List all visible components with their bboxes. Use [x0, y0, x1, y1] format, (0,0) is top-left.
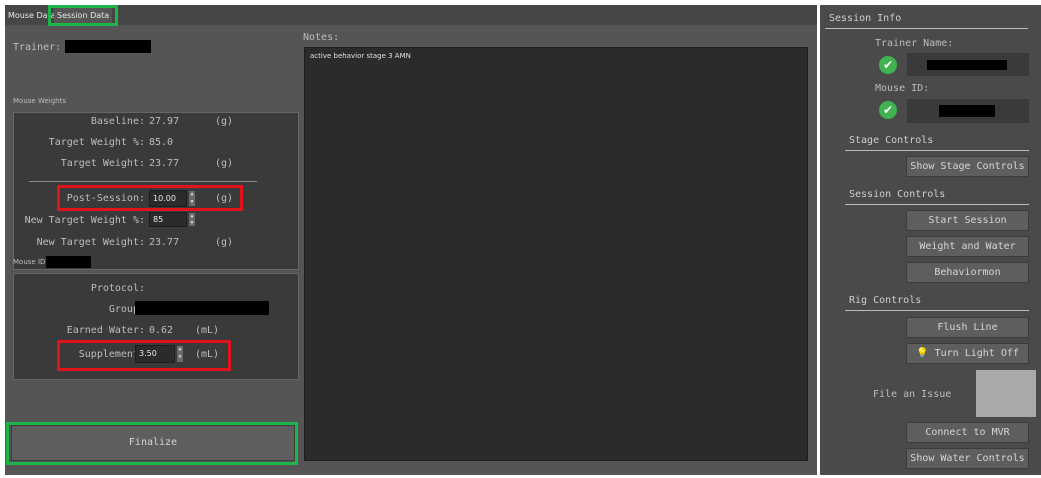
stage-controls-title: Stage Controls [849, 135, 934, 146]
baseline-value: 27.97 [149, 116, 180, 127]
rig-controls-divider [845, 310, 1029, 311]
baseline-label: Baseline: [90, 116, 145, 127]
target-weight-pct-label: Target Weight %: [48, 137, 145, 148]
new-target-weight-label: New Target Weight: [36, 237, 145, 248]
spin-down-icon[interactable]: ▼ [189, 220, 195, 227]
mouse-id-label: Mouse ID: [13, 258, 48, 266]
turn-light-off-label: Turn Light Off [934, 348, 1019, 359]
new-target-weight-pct-input[interactable]: 85 [149, 212, 187, 227]
baseline-unit: (g) [215, 116, 234, 127]
session-controls-divider [845, 204, 1029, 205]
mouse-id-redacted [46, 256, 91, 268]
earned-water-value: 0.62 [149, 325, 174, 336]
trainer-label: Trainer: [13, 42, 62, 53]
behaviormon-button[interactable]: Behaviormon [906, 262, 1029, 283]
weight-and-water-button[interactable]: Weight and Water [906, 236, 1029, 257]
check-icon: ✔ [879, 101, 897, 119]
rig-controls-title: Rig Controls [849, 295, 922, 306]
post-session-unit: (g) [215, 193, 234, 204]
mouse-id-label-side: Mouse ID: [875, 83, 930, 94]
session-controls-title: Session Controls [849, 189, 946, 200]
supplement-unit: (mL) [195, 349, 220, 360]
trainer-name-field [907, 53, 1029, 76]
start-session-button[interactable]: Start Session [906, 210, 1029, 231]
weights-section-label: Mouse Weights [13, 97, 66, 105]
show-stage-controls-button[interactable]: Show Stage Controls [906, 156, 1029, 177]
group-redacted [135, 301, 269, 315]
finalize-highlight-box [6, 422, 298, 465]
earned-water-label: Earned Water: [66, 325, 145, 336]
target-weight-label: Target Weight: [60, 158, 145, 169]
tab-highlight-box [48, 5, 118, 26]
connect-mvr-button[interactable]: Connect to MVR [906, 422, 1029, 443]
new-target-weight-value: 23.77 [149, 237, 180, 248]
post-session-input[interactable]: 10.00 [149, 190, 187, 207]
session-info-divider [825, 28, 1028, 29]
mouse-id-redacted-side [939, 105, 995, 117]
supplement-spinner[interactable]: ▲ ▼ [176, 345, 184, 363]
spin-up-icon[interactable]: ▲ [177, 346, 183, 354]
show-water-controls-button[interactable]: Show Water Controls [906, 448, 1029, 469]
trainer-name-label: Trainer Name: [875, 38, 954, 49]
new-target-weight-unit: (g) [215, 237, 234, 248]
earned-water-unit: (mL) [195, 325, 220, 336]
session-info-title: Session Info [829, 13, 902, 24]
target-weight-value: 23.77 [149, 158, 180, 169]
target-weight-pct-value: 85.0 [149, 137, 174, 148]
file-an-issue-label: File an Issue [873, 389, 952, 400]
new-target-weight-pct-label: New Target Weight %: [24, 215, 145, 226]
notes-textarea[interactable]: active behavior stage 3 AMN [304, 47, 808, 461]
tab-bar: Mouse Data Session Data [5, 5, 817, 25]
turn-light-off-button[interactable]: 💡 Turn Light Off [906, 343, 1029, 364]
post-session-label: Post-Session: [66, 193, 145, 204]
stage-controls-divider [845, 150, 1029, 151]
notes-label: Notes: [303, 32, 340, 43]
new-target-pct-spinner[interactable]: ▲ ▼ [188, 212, 196, 227]
check-icon: ✔ [879, 56, 897, 74]
spin-up-icon[interactable]: ▲ [189, 191, 195, 199]
supplement-input[interactable]: 3.50 [135, 345, 175, 363]
post-session-spinner[interactable]: ▲ ▼ [188, 190, 196, 207]
file-issue-button[interactable] [976, 370, 1036, 417]
mouse-id-field [907, 99, 1029, 123]
protocol-label: Protocol: [90, 283, 145, 294]
trainer-redacted [65, 40, 151, 53]
side-panel: Session Info Trainer Name: ✔ Mouse ID: ✔… [820, 5, 1041, 475]
trainer-name-redacted [927, 60, 1007, 70]
spin-down-icon[interactable]: ▼ [189, 199, 195, 207]
lightbulb-icon: 💡 [916, 348, 929, 359]
target-weight-unit: (g) [215, 158, 234, 169]
flush-line-button[interactable]: Flush Line [906, 317, 1029, 338]
spin-down-icon[interactable]: ▼ [177, 354, 183, 362]
main-panel: Mouse Data Session Data Trainer: Mouse W… [5, 5, 817, 475]
weights-divider [29, 181, 257, 182]
